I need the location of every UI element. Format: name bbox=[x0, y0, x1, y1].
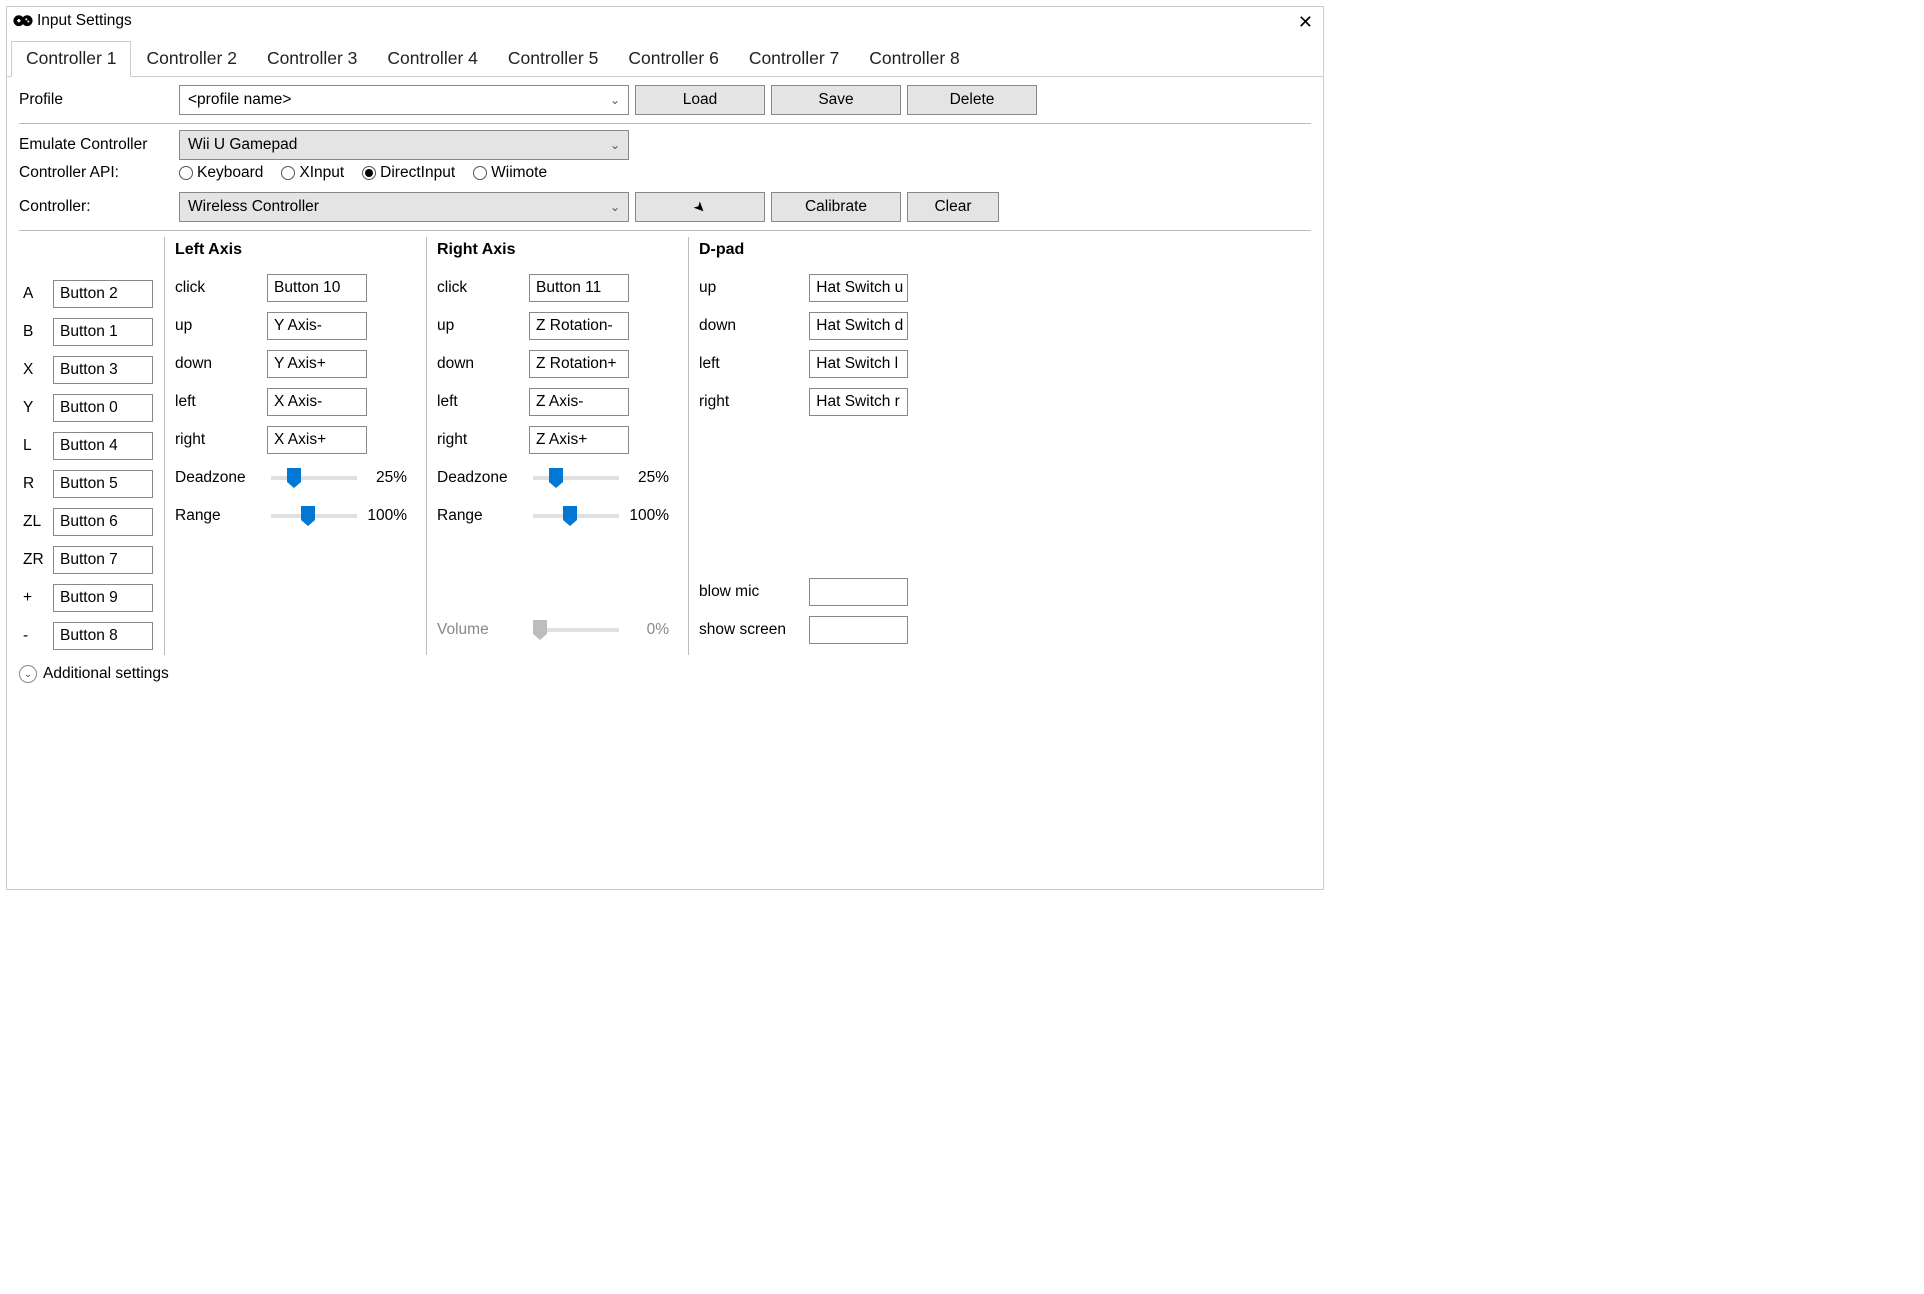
additional-settings-label: Additional settings bbox=[43, 665, 169, 683]
blow-mic-map[interactable] bbox=[809, 578, 908, 606]
btn-l-map[interactable]: Button 4 bbox=[53, 432, 153, 460]
controller-label: Controller: bbox=[19, 198, 179, 216]
compass-icon: ➤ bbox=[690, 197, 710, 217]
profile-combo[interactable]: <profile name> ⌄ bbox=[179, 85, 629, 115]
api-label: Controller API: bbox=[19, 164, 179, 182]
input-settings-window: Input Settings ✕ Controller 1 Controller… bbox=[6, 6, 1324, 890]
refresh-button[interactable]: ➤ bbox=[635, 192, 765, 222]
btn-a-map[interactable]: Button 2 bbox=[53, 280, 153, 308]
left-deadzone-pct: 25% bbox=[361, 469, 407, 487]
btn-plus-map[interactable]: Button 9 bbox=[53, 584, 153, 612]
dpad-title: D-pad bbox=[699, 241, 908, 259]
btn-r-label: R bbox=[23, 475, 53, 493]
left-up-map[interactable]: Y Axis- bbox=[267, 312, 367, 340]
tab-controller-5[interactable]: Controller 5 bbox=[493, 41, 613, 76]
load-button[interactable]: Load bbox=[635, 85, 765, 115]
btn-x-map[interactable]: Button 3 bbox=[53, 356, 153, 384]
right-axis-title: Right Axis bbox=[437, 241, 678, 259]
show-screen-label: show screen bbox=[699, 621, 809, 639]
tab-controller-8[interactable]: Controller 8 bbox=[854, 41, 974, 76]
right-up-map[interactable]: Z Rotation- bbox=[529, 312, 629, 340]
btn-l-label: L bbox=[23, 437, 53, 455]
radio-icon bbox=[281, 166, 295, 180]
btn-r-map[interactable]: Button 5 bbox=[53, 470, 153, 498]
dpad-up-map[interactable]: Hat Switch u bbox=[809, 274, 908, 302]
api-radio-xinput[interactable]: XInput bbox=[281, 164, 344, 182]
tab-controller-1[interactable]: Controller 1 bbox=[11, 41, 131, 77]
api-radio-wiimote[interactable]: Wiimote bbox=[473, 164, 547, 182]
chevron-down-icon: ⌄ bbox=[610, 138, 620, 152]
radio-icon bbox=[179, 166, 193, 180]
tab-controller-4[interactable]: Controller 4 bbox=[372, 41, 492, 76]
left-range-pct: 100% bbox=[361, 507, 407, 525]
api-radio-directinput[interactable]: DirectInput bbox=[362, 164, 455, 182]
tab-controller-2[interactable]: Controller 2 bbox=[131, 41, 251, 76]
controller-combo[interactable]: Wireless Controller ⌄ bbox=[179, 192, 629, 222]
dpad-left-map[interactable]: Hat Switch l bbox=[809, 350, 908, 378]
left-axis-title: Left Axis bbox=[175, 241, 416, 259]
right-click-map[interactable]: Button 11 bbox=[529, 274, 629, 302]
btn-b-map[interactable]: Button 1 bbox=[53, 318, 153, 346]
btn-y-map[interactable]: Button 0 bbox=[53, 394, 153, 422]
btn-minus-map[interactable]: Button 8 bbox=[53, 622, 153, 650]
emulate-label: Emulate Controller bbox=[19, 136, 179, 154]
btn-x-label: X bbox=[23, 361, 53, 379]
left-range-slider[interactable] bbox=[271, 514, 357, 518]
show-screen-map[interactable] bbox=[809, 616, 908, 644]
left-left-map[interactable]: X Axis- bbox=[267, 388, 367, 416]
tab-controller-3[interactable]: Controller 3 bbox=[252, 41, 372, 76]
api-radio-keyboard[interactable]: Keyboard bbox=[179, 164, 263, 182]
api-radio-group: Keyboard XInput DirectInput Wiimote bbox=[179, 164, 547, 182]
btn-zr-map[interactable]: Button 7 bbox=[53, 546, 153, 574]
controller-tabs: Controller 1 Controller 2 Controller 3 C… bbox=[7, 41, 1323, 77]
dpad-right-map[interactable]: Hat Switch r bbox=[809, 388, 908, 416]
right-left-map[interactable]: Z Axis- bbox=[529, 388, 629, 416]
chevron-down-icon: ⌄ bbox=[610, 200, 620, 214]
emulate-combo[interactable]: Wii U Gamepad ⌄ bbox=[179, 130, 629, 160]
left-right-map[interactable]: X Axis+ bbox=[267, 426, 367, 454]
dpad-down-map[interactable]: Hat Switch d bbox=[809, 312, 908, 340]
tab-controller-6[interactable]: Controller 6 bbox=[613, 41, 733, 76]
save-button[interactable]: Save bbox=[771, 85, 901, 115]
clear-button[interactable]: Clear bbox=[907, 192, 999, 222]
btn-y-label: Y bbox=[23, 399, 53, 417]
delete-button[interactable]: Delete bbox=[907, 85, 1037, 115]
controller-value: Wireless Controller bbox=[188, 198, 319, 216]
profile-label: Profile bbox=[19, 91, 179, 109]
btn-zl-label: ZL bbox=[23, 513, 53, 531]
right-down-map[interactable]: Z Rotation+ bbox=[529, 350, 629, 378]
right-range-slider[interactable] bbox=[533, 514, 619, 518]
right-range-pct: 100% bbox=[623, 507, 669, 525]
chevron-down-icon: ⌄ bbox=[610, 93, 620, 107]
calibrate-button[interactable]: Calibrate bbox=[771, 192, 901, 222]
radio-icon bbox=[362, 166, 376, 180]
chevron-down-icon: ⌄ bbox=[19, 665, 37, 683]
tab-controller-7[interactable]: Controller 7 bbox=[734, 41, 854, 76]
right-deadzone-slider[interactable] bbox=[533, 476, 619, 480]
volume-pct: 0% bbox=[623, 621, 669, 639]
radio-icon bbox=[473, 166, 487, 180]
btn-zr-label: ZR bbox=[23, 551, 53, 569]
titlebar: Input Settings ✕ bbox=[7, 7, 1323, 35]
blow-mic-label: blow mic bbox=[699, 583, 809, 601]
additional-settings-toggle[interactable]: ⌄ Additional settings bbox=[19, 665, 1311, 683]
left-deadzone-slider[interactable] bbox=[271, 476, 357, 480]
left-click-map[interactable]: Button 10 bbox=[267, 274, 367, 302]
close-icon[interactable]: ✕ bbox=[1298, 13, 1313, 31]
gamepad-icon bbox=[13, 14, 33, 28]
right-right-map[interactable]: Z Axis+ bbox=[529, 426, 629, 454]
btn-b-label: B bbox=[23, 323, 53, 341]
emulate-value: Wii U Gamepad bbox=[188, 136, 297, 154]
btn-plus-label: + bbox=[23, 589, 53, 607]
volume-slider[interactable] bbox=[533, 628, 619, 632]
profile-value: <profile name> bbox=[188, 91, 291, 109]
window-title: Input Settings bbox=[37, 12, 132, 30]
btn-zl-map[interactable]: Button 6 bbox=[53, 508, 153, 536]
left-down-map[interactable]: Y Axis+ bbox=[267, 350, 367, 378]
btn-a-label: A bbox=[23, 285, 53, 303]
right-deadzone-pct: 25% bbox=[623, 469, 669, 487]
btn-minus-label: - bbox=[23, 627, 53, 645]
